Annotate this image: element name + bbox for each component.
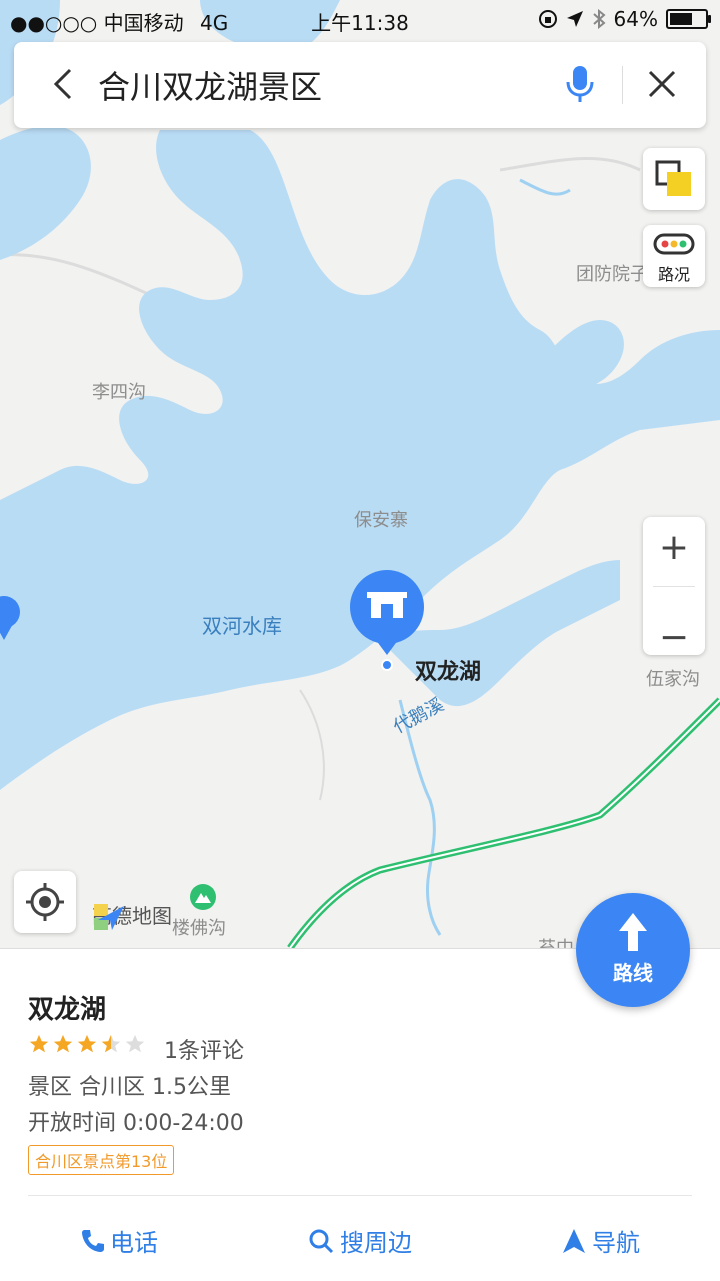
map-label-loufogou: 楼佛沟 — [172, 918, 226, 939]
status-right: 64% — [538, 7, 711, 31]
nearby-label: 搜周边 — [340, 1229, 412, 1257]
microphone-icon[interactable] — [562, 64, 598, 104]
traffic-label: 路况 — [657, 265, 690, 284]
map-label-lisigou: 李四沟 — [92, 382, 146, 403]
amap-logo: 高德地图 — [92, 900, 172, 930]
back-arrow-icon[interactable] — [42, 62, 86, 106]
star-filled-icon — [53, 1034, 73, 1053]
route-label: 路线 — [613, 961, 653, 985]
locate-me-button[interactable] — [14, 871, 76, 933]
map-label-wujiagou: 伍家沟 — [646, 669, 700, 690]
place-category-line: 景区 合川区 1.5公里 — [28, 1075, 231, 1100]
rank-badge[interactable]: 合川区景点第13位 — [28, 1145, 175, 1175]
traffic-light-icon — [653, 233, 695, 255]
rotation-lock-icon — [538, 10, 557, 28]
search-divider — [622, 66, 623, 104]
battery-percent: 64% — [613, 7, 658, 31]
star-filled-icon — [77, 1034, 97, 1053]
call-label: 电话 — [110, 1229, 158, 1257]
map-label-baoanzhai: 保安寨 — [354, 510, 408, 531]
map-label-tuanfang: 团防院子 — [576, 264, 648, 285]
traffic-button[interactable]: 路况 — [643, 225, 705, 287]
rating-stars — [28, 1033, 146, 1055]
search-icon — [309, 1229, 334, 1253]
navigate-label: 导航 — [592, 1229, 640, 1257]
map-view[interactable]: 团防院子 李四沟 保安寨 双河水库 双龙湖 代鹅溪 伍家沟 楼佛沟 苔中 高德地… — [0, 0, 720, 948]
map-canvas — [0, 0, 720, 948]
place-name: 双龙湖 — [28, 995, 107, 1025]
close-icon[interactable] — [642, 64, 682, 104]
navigate-button[interactable]: 导航 — [562, 1223, 640, 1258]
bluetooth-icon — [592, 9, 606, 29]
zoom-control: + − — [643, 517, 705, 658]
search-bar[interactable]: 合川双龙湖景区 — [14, 42, 706, 128]
map-label-partial: 苔中 — [538, 934, 574, 948]
call-button[interactable]: 电话 — [80, 1223, 158, 1258]
search-query[interactable]: 合川双龙湖景区 — [98, 62, 322, 108]
zoom-in-button[interactable]: + — [643, 517, 705, 586]
star-half-icon — [101, 1034, 121, 1053]
review-count[interactable]: 1条评论 — [164, 1033, 244, 1065]
route-button[interactable]: 路线 — [576, 893, 690, 1007]
location-arrow-icon — [566, 11, 583, 27]
route-arrow-icon — [619, 913, 647, 951]
zoom-out-button[interactable]: − — [643, 586, 705, 658]
phone-icon — [82, 1229, 104, 1252]
mountain-icon — [190, 884, 216, 910]
status-bar: ●●○○○ 中国移动 4G 上午11:38 64% — [0, 0, 720, 38]
battery-icon — [666, 9, 711, 29]
layers-button[interactable] — [643, 148, 705, 210]
map-label-shuanghe: 双河水库 — [202, 614, 282, 638]
star-filled-icon — [29, 1034, 49, 1053]
star-empty-icon — [125, 1034, 145, 1053]
navigation-arrow-icon — [563, 1228, 585, 1253]
amap-logo-icon — [94, 904, 124, 930]
map-label-shuanglonghu[interactable]: 双龙湖 — [415, 654, 481, 686]
nearby-search-button[interactable]: 搜周边 — [308, 1223, 412, 1258]
panel-divider — [28, 1195, 692, 1196]
opening-hours: 开放时间 0:00-24:00 — [28, 1111, 244, 1136]
layers-icon — [655, 160, 691, 196]
crosshair-icon — [26, 883, 64, 921]
